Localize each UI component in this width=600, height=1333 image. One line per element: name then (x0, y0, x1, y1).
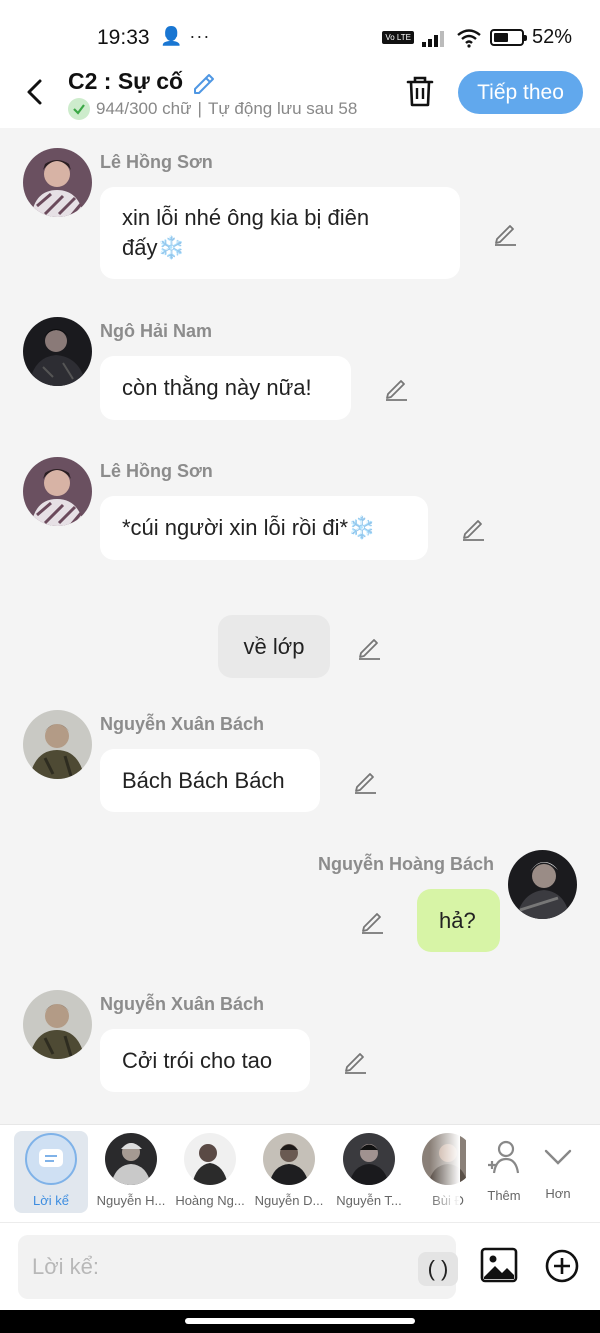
character-avatar (105, 1133, 157, 1185)
app-header: C2 : Sự cố 944/300 chữ | Tự động lưu sau… (0, 62, 600, 128)
system-nav-bar (0, 1310, 600, 1333)
back-button[interactable] (18, 72, 50, 112)
home-indicator[interactable] (185, 1318, 415, 1324)
sender-name: Ngô Hải Nam (100, 321, 213, 341)
message-text: Cởi trói cho tao (122, 1047, 273, 1073)
status-notification-icons: 👤 ··· (160, 26, 211, 46)
status-time: 19:33 (97, 26, 150, 49)
autosave-row: 944/300 chữ | Tự động lưu sau 58 (68, 98, 357, 120)
chapter-title: C2 : Sự cố (68, 68, 184, 94)
battery-icon (489, 29, 527, 46)
character-item[interactable]: Hoàng Ng... (172, 1131, 248, 1213)
narration-icon (25, 1133, 77, 1185)
sender-name: Nguyễn Hoàng Bách (318, 854, 495, 874)
divider: | (197, 99, 202, 118)
sender-name: Nguyễn Xuân Bách (100, 714, 265, 734)
input-bar: ( ) (0, 1222, 600, 1310)
message-text: hả? (439, 907, 476, 933)
check-icon (68, 98, 90, 120)
character-avatar (184, 1133, 236, 1185)
volte-icon: Vo LTE (382, 31, 414, 44)
autosave-status: Tự động lưu sau 58 (207, 99, 358, 118)
signal-icon (421, 30, 444, 47)
character-avatar (263, 1133, 315, 1185)
message-bubble[interactable]: xin lỗi nhé ông kia bị điên đấy❄️ (100, 187, 460, 279)
pencil-icon[interactable] (383, 375, 409, 401)
word-count: 944/300 chữ (96, 99, 192, 118)
narration-bubble[interactable]: về lớp (218, 615, 330, 678)
add-person-icon (488, 1140, 520, 1174)
scroll-fade (430, 1125, 460, 1223)
message-bubble[interactable]: Bách Bách Bách (100, 749, 320, 812)
message-bubble[interactable]: còn thằng này nữa! (100, 356, 351, 420)
narration-selector[interactable]: Lời kể (14, 1131, 88, 1213)
pencil-icon[interactable] (342, 1048, 368, 1074)
message-text: *cúi người xin lỗi rồi đi*❄️ (122, 515, 376, 540)
avatar[interactable] (23, 457, 92, 526)
more-button[interactable]: Hơn (520, 1131, 596, 1213)
avatar[interactable] (23, 990, 92, 1059)
pencil-icon[interactable] (492, 220, 518, 246)
edit-title-icon[interactable] (191, 69, 217, 95)
narration-text: về lớp (243, 633, 305, 659)
pencil-icon[interactable] (352, 768, 378, 794)
character-name: Nguyễn T... (336, 1193, 402, 1208)
character-item[interactable]: Nguyễn T... (331, 1131, 407, 1213)
message-bubble[interactable]: hả? (417, 889, 500, 952)
battery-percent: 52% (531, 26, 572, 48)
pencil-icon[interactable] (359, 908, 385, 934)
sender-name: Lê Hồng Sơn (100, 152, 213, 172)
character-bar: Lời kể Nguyễn H... Hoàng Ng... Nguyễn D.… (0, 1124, 600, 1223)
add-circle-icon[interactable] (545, 1249, 579, 1283)
character-item[interactable]: Nguyễn D... (251, 1131, 327, 1213)
next-button[interactable]: Tiếp theo (458, 71, 583, 114)
message-text: Bách Bách Bách (122, 767, 285, 793)
status-right-group: Vo LTE 52% (382, 26, 572, 49)
input-container: ( ) (18, 1235, 458, 1299)
narration-label: Lời kể (33, 1193, 69, 1208)
trash-icon[interactable] (404, 74, 436, 108)
parentheses-button[interactable]: ( ) (418, 1252, 458, 1286)
character-avatar (343, 1133, 395, 1185)
avatar[interactable] (508, 850, 577, 919)
sender-name: Lê Hồng Sơn (100, 461, 213, 481)
pencil-icon[interactable] (460, 515, 486, 541)
message-text: còn thằng này nữa! (122, 375, 312, 400)
message-bubble[interactable]: Cởi trói cho tao (100, 1029, 310, 1092)
chevron-left-icon (27, 79, 42, 105)
status-bar: 19:33 👤 ··· Vo LTE 52% (0, 0, 600, 62)
title-row: C2 : Sự cố (68, 68, 217, 95)
more-label: Hơn (545, 1186, 571, 1201)
character-name: Nguyễn H... (96, 1193, 166, 1208)
message-text: xin lỗi nhé ông kia bị điên đấy❄️ (122, 205, 370, 260)
image-icon[interactable] (480, 1247, 518, 1283)
wifi-icon (457, 28, 481, 48)
chat-area[interactable]: Lê Hồng Sơn xin lỗi nhé ông kia bị điên … (0, 128, 600, 1124)
character-name: Hoàng Ng... (175, 1193, 245, 1208)
character-name: Nguyễn D... (254, 1193, 324, 1208)
chevron-down-icon (544, 1149, 572, 1165)
character-item[interactable]: Nguyễn H... (93, 1131, 169, 1213)
sender-name: Nguyễn Xuân Bách (100, 994, 265, 1014)
message-bubble[interactable]: *cúi người xin lỗi rồi đi*❄️ (100, 496, 428, 560)
pencil-icon[interactable] (356, 634, 382, 660)
avatar[interactable] (23, 710, 92, 779)
avatar[interactable] (23, 148, 92, 217)
avatar[interactable] (23, 317, 92, 386)
narration-input[interactable] (32, 1235, 402, 1299)
